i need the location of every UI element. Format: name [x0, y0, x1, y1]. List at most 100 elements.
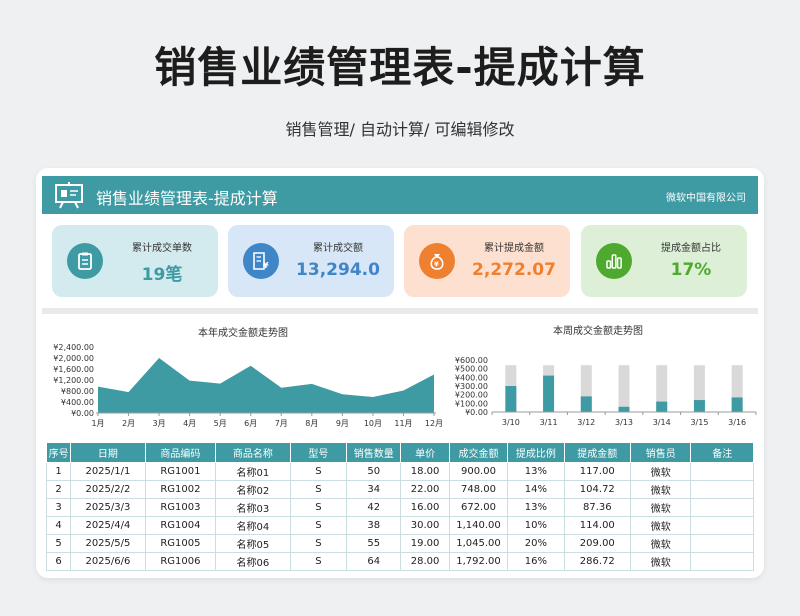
column-header[interactable]: 商品名称	[215, 442, 291, 463]
table-cell[interactable]: 1	[45, 462, 72, 481]
table-cell[interactable]: 微软	[630, 462, 692, 481]
table-cell[interactable]: 4	[45, 516, 72, 535]
table-cell[interactable]: S	[289, 480, 348, 499]
table-cell[interactable]: 微软	[630, 480, 692, 499]
table-cell[interactable]: 19.00	[400, 534, 450, 553]
column-header[interactable]: 备注	[690, 442, 754, 463]
column-header[interactable]: 提成比例	[507, 442, 565, 463]
table-cell[interactable]: S	[289, 516, 348, 535]
table-row[interactable]: 2 2025/2/2 RG1002 名称02 S 34 22.00 748.00 14% 104.…	[45, 480, 754, 499]
table-cell[interactable]: 50	[346, 462, 402, 481]
table-row[interactable]: 3 2025/3/3 RG1003 名称03 S 42 16.00 672.00 13% 87.3…	[45, 498, 754, 517]
table-cell[interactable]: 2025/1/1	[70, 462, 146, 481]
table-cell[interactable]: RG1003	[144, 498, 217, 517]
column-header[interactable]: 提成金额	[563, 442, 632, 463]
table-cell[interactable]: 64	[346, 552, 402, 571]
column-header[interactable]: 商品编码	[144, 442, 217, 463]
table-cell[interactable]: 2025/5/5	[70, 534, 146, 553]
table-cell[interactable]	[690, 462, 754, 481]
table-cell[interactable]: 2025/4/4	[70, 516, 146, 535]
table-cell[interactable]: 6	[45, 552, 72, 571]
table-cell[interactable]: 13%	[507, 498, 565, 517]
table-cell[interactable]: S	[289, 498, 348, 517]
table-cell[interactable]: 2025/6/6	[70, 552, 146, 571]
table-cell[interactable]: 微软	[630, 552, 692, 571]
table-row[interactable]: 6 2025/6/6 RG1006 名称06 S 64 28.00 1,792.00 16% 28…	[45, 552, 754, 571]
column-header[interactable]: 单价	[400, 442, 450, 463]
table-cell[interactable]: 14%	[507, 480, 565, 499]
table-cell[interactable]: 209.00	[563, 534, 632, 553]
table-cell[interactable]: 10%	[507, 516, 565, 535]
table-cell[interactable]: 1,045.00	[448, 534, 509, 553]
table-cell[interactable]: 微软	[630, 516, 692, 535]
table-cell[interactable]: 748.00	[448, 480, 509, 499]
table-cell[interactable]: 18.00	[400, 462, 450, 481]
table-cell[interactable]	[690, 480, 754, 499]
table-cell[interactable]: RG1002	[144, 480, 217, 499]
table-cell[interactable]: 3	[45, 498, 72, 517]
table-cell[interactable]: 104.72	[563, 480, 632, 499]
table-cell[interactable]: 42	[346, 498, 402, 517]
table-cell[interactable]: 87.36	[563, 498, 632, 517]
table-cell[interactable]: 2025/2/2	[70, 480, 146, 499]
table-row[interactable]: 1 2025/1/1 RG1001 名称01 S 50 18.00 900.00 13% 117.…	[45, 462, 754, 481]
table-row[interactable]: 4 2025/4/4 RG1004 名称04 S 38 30.00 1,140.00 10% 11…	[45, 516, 754, 535]
bar-background	[618, 365, 630, 412]
kpi-icon-circle: ¥	[419, 243, 455, 279]
table-cell[interactable]: 微软	[630, 534, 692, 553]
table-cell[interactable]: 34	[346, 480, 402, 499]
table-cell[interactable]	[690, 516, 754, 535]
table-cell[interactable]: 1,792.00	[448, 552, 509, 571]
table-cell[interactable]: 55	[346, 534, 402, 553]
y-tick-label: ¥2,000.00	[53, 354, 94, 363]
table-cell[interactable]	[690, 552, 754, 571]
table-cell[interactable]: 114.00	[563, 516, 632, 535]
column-header[interactable]: 成交金额	[448, 442, 509, 463]
column-header[interactable]: 销售员	[630, 442, 692, 463]
table-cell[interactable]: 28.00	[400, 552, 450, 571]
table-cell[interactable]: 1,140.00	[448, 516, 509, 535]
kpi-value: 19笔	[141, 265, 183, 285]
table-cell[interactable]: 微软	[630, 498, 692, 517]
table-cell[interactable]: RG1001	[144, 462, 217, 481]
table-cell[interactable]: 名称03	[215, 498, 291, 517]
y-tick-label: ¥800.00	[61, 387, 94, 396]
table-cell[interactable]: 900.00	[448, 462, 509, 481]
column-header[interactable]: 销售数量	[346, 442, 402, 463]
table-cell[interactable]: 22.00	[400, 480, 450, 499]
x-tick-label: 10月	[364, 419, 382, 428]
table-cell[interactable]: RG1006	[144, 552, 217, 571]
table-cell[interactable]: S	[289, 552, 348, 571]
table-cell[interactable]: 16%	[507, 552, 565, 571]
table-cell[interactable]: 20%	[507, 534, 565, 553]
table-cell[interactable]: 名称02	[215, 480, 291, 499]
table-cell[interactable]: 672.00	[448, 498, 509, 517]
table-cell[interactable]: 2025/3/3	[70, 498, 146, 517]
bar-value	[580, 396, 592, 412]
table-cell[interactable]: 38	[346, 516, 402, 535]
table-cell[interactable]: S	[289, 462, 348, 481]
table-cell[interactable]: RG1004	[144, 516, 217, 535]
kpi-icon-circle	[596, 243, 632, 279]
table-cell[interactable]: 名称04	[215, 516, 291, 535]
table-cell[interactable]: 117.00	[563, 462, 632, 481]
table-cell[interactable]: 名称06	[215, 552, 291, 571]
table-cell[interactable]: 5	[45, 534, 72, 553]
table-cell[interactable]: 名称05	[215, 534, 291, 553]
column-header[interactable]: 序号	[45, 442, 72, 463]
table-cell[interactable]: 2	[45, 480, 72, 499]
table-cell[interactable]: RG1005	[144, 534, 217, 553]
bar-value	[543, 375, 555, 412]
table-cell[interactable]: 286.72	[563, 552, 632, 571]
column-header[interactable]: 型号	[289, 442, 348, 463]
column-header[interactable]: 日期	[70, 442, 146, 463]
table-cell[interactable]	[690, 498, 754, 517]
table-cell[interactable]: 30.00	[400, 516, 450, 535]
kpi-card-commission: ¥ 累计提成金额 2,272.07	[404, 225, 570, 297]
table-cell[interactable]: 名称01	[215, 462, 291, 481]
table-cell[interactable]: S	[289, 534, 348, 553]
table-cell[interactable]: 13%	[507, 462, 565, 481]
table-cell[interactable]: 16.00	[400, 498, 450, 517]
table-row[interactable]: 5 2025/5/5 RG1005 名称05 S 55 19.00 1,045.00 20% 20…	[45, 534, 754, 553]
table-cell[interactable]	[690, 534, 754, 553]
